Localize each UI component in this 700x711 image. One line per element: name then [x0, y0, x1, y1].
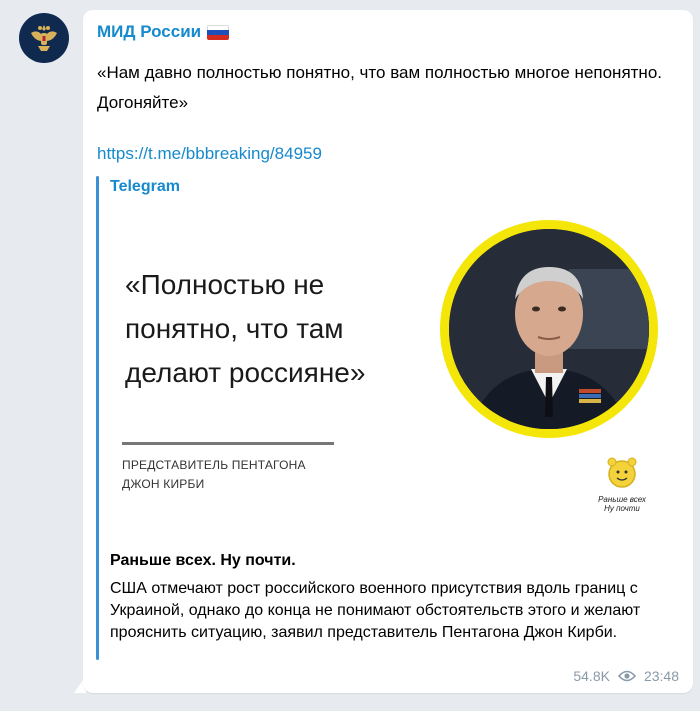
- channel-avatar[interactable]: [19, 13, 69, 63]
- message-meta: 54.8K 23:48: [573, 668, 679, 684]
- quote-text: «Полностью не понятно, что там делают ро…: [125, 269, 366, 388]
- speaker-photo: [449, 229, 649, 429]
- message-text: «Нам давно полностью понятно, что вам по…: [97, 63, 663, 112]
- view-count: 54.8K: [573, 668, 610, 684]
- caption-line-2: Джон Кирби: [122, 477, 205, 491]
- channel-logo: Раньше всех Ну почти: [592, 454, 652, 524]
- link-preview-accent-bar: [96, 176, 99, 660]
- caption-line-1: Представитель Пентагона: [122, 458, 306, 472]
- link-preview-title: Раньше всех. Ну почти.: [110, 552, 296, 569]
- alarm-clock-icon: [607, 457, 637, 488]
- eye-icon: [617, 670, 636, 682]
- message-link[interactable]: https://t.me/bbbreaking/84959: [97, 144, 322, 164]
- logo-text-line-2: Ну почти: [604, 504, 640, 513]
- link-preview-site-name: Telegram: [110, 178, 180, 195]
- quote-caption: Представитель Пентагона Джон Кирби: [122, 456, 306, 494]
- channel-name-label[interactable]: МИД России: [97, 22, 201, 42]
- eagle-emblem-icon: [31, 25, 57, 51]
- logo-text-line-1: Раньше всех: [598, 495, 646, 504]
- link-preview-description: США отмечают рост российского военного п…: [110, 580, 641, 641]
- link-preview-image[interactable]: «Полностью не понятно, что там делают ро…: [110, 208, 662, 538]
- message-bubble: МИД России «Нам давно полностью понятно,…: [83, 10, 693, 693]
- russia-flag-icon: [207, 24, 230, 40]
- channel-name[interactable]: МИД России: [97, 22, 230, 42]
- quote-divider: [122, 442, 334, 445]
- speaker-photo-ring: [440, 220, 658, 438]
- message-time: 23:48: [643, 668, 679, 684]
